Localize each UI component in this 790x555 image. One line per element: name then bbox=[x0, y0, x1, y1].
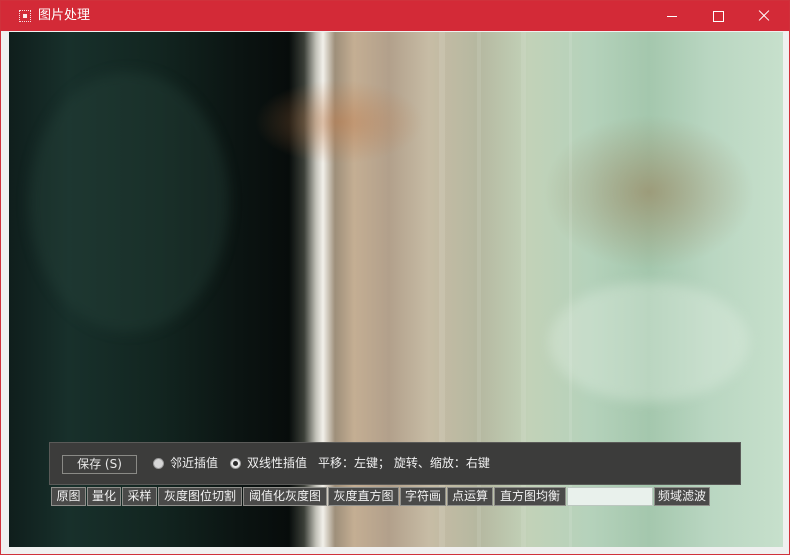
gray-histogram-button[interactable]: 灰度直方图 bbox=[328, 487, 399, 506]
image-highlight-region bbox=[549, 282, 749, 402]
frequency-filter-button[interactable]: 频域滤波 bbox=[654, 487, 710, 506]
app-window: 图片处理 保存 (S) 邻近插值 双线性插值 平移：左键； 旋转、缩放：右键 原… bbox=[0, 0, 790, 555]
minimize-icon bbox=[667, 15, 677, 17]
close-icon bbox=[758, 10, 770, 22]
bilinear-interpolation-radio[interactable] bbox=[230, 458, 241, 469]
sampling-button[interactable]: 采样 bbox=[122, 487, 157, 506]
app-icon bbox=[19, 10, 31, 22]
maximize-button[interactable] bbox=[695, 1, 741, 31]
minimize-button[interactable] bbox=[649, 1, 695, 31]
parameter-input[interactable] bbox=[567, 487, 653, 506]
bit-plane-slicing-button[interactable]: 灰度图位切割 bbox=[158, 487, 242, 506]
quantize-button[interactable]: 量化 bbox=[87, 487, 121, 506]
mouse-hint-text: 平移：左键； 旋转、缩放：右键 bbox=[318, 456, 490, 470]
nearest-interpolation-label[interactable]: 邻近插值 bbox=[170, 456, 218, 471]
nearest-interpolation-radio[interactable] bbox=[153, 458, 164, 469]
title-bar: 图片处理 bbox=[1, 1, 789, 31]
point-operation-button[interactable]: 点运算 bbox=[447, 487, 493, 506]
histogram-equalization-button[interactable]: 直方图均衡 bbox=[494, 487, 566, 506]
save-button[interactable]: 保存 (S) bbox=[62, 455, 137, 474]
maximize-icon bbox=[712, 10, 724, 22]
window-title: 图片处理 bbox=[38, 8, 91, 23]
ascii-art-button[interactable]: 字符画 bbox=[400, 487, 446, 506]
control-panel: 保存 (S) 邻近插值 双线性插值 平移：左键； 旋转、缩放：右键 bbox=[49, 442, 741, 485]
threshold-gray-button[interactable]: 阈值化灰度图 bbox=[243, 487, 327, 506]
original-image-button[interactable]: 原图 bbox=[51, 487, 86, 506]
close-button[interactable] bbox=[741, 1, 787, 31]
bilinear-interpolation-label[interactable]: 双线性插值 bbox=[247, 456, 307, 471]
image-shadow-region bbox=[29, 72, 229, 332]
